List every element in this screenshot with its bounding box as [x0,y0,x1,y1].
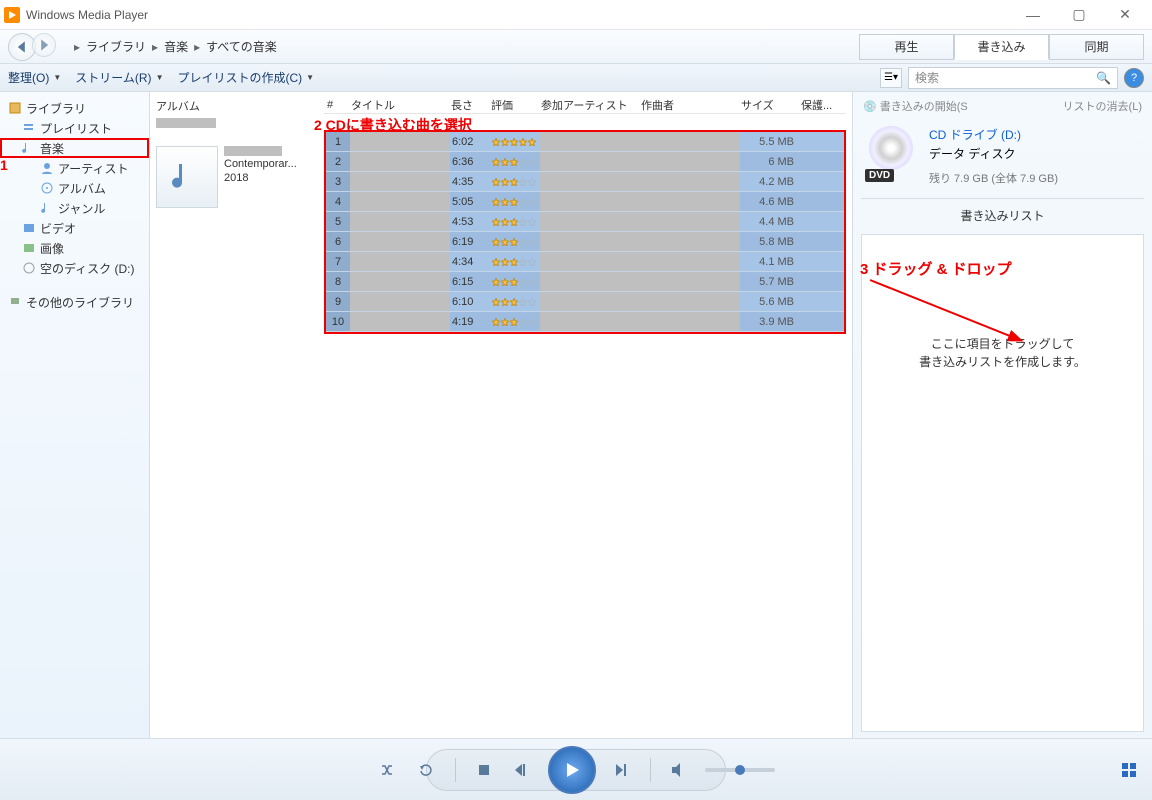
dvd-icon: DVD [863,126,919,182]
burn-panel: 💿 書き込みの開始(S リストの消去(L) DVD CD ドライブ (D:) デ… [852,92,1152,738]
sidebar-item-library[interactable]: ライブラリ [0,98,149,118]
prev-button[interactable] [510,758,534,782]
search-icon: 🔍 [1096,71,1111,85]
col-protected[interactable]: 保護... [798,97,834,113]
bc-library[interactable]: ライブラリ [86,38,146,55]
create-playlist-menu[interactable]: プレイリストの作成(C)▼ [177,69,314,86]
album-name-redacted [156,118,216,128]
track-list: # タイトル 長さ 評価 参加アーティスト 作曲者 サイズ 保護... 1 6:… [324,96,846,734]
drive-label-link[interactable]: CD ドライブ (D:) [929,126,1058,143]
tab-burn[interactable]: 書き込み [954,34,1049,60]
bc-allmusic[interactable]: すべての音楽 [206,38,277,55]
forward-button[interactable] [32,33,56,57]
sidebar-item-artist[interactable]: アーティスト [0,158,149,178]
col-length[interactable]: 長さ [448,97,488,113]
picture-icon [22,241,36,255]
track-row[interactable]: 9 6:10 5.6 MB [326,292,844,312]
title-bar: Windows Media Player — ▢ ✕ [0,0,1152,30]
col-rating[interactable]: 評価 [488,97,538,113]
clear-list-button[interactable]: リストの消去(L) [1063,98,1142,114]
sidebar-item-picture[interactable]: 画像 [0,238,149,258]
disc-icon [40,181,54,195]
stop-button[interactable] [472,758,496,782]
burn-dropzone[interactable]: ここに項目をドラッグして 書き込みリストを作成します。 [861,234,1144,732]
track-row[interactable]: 6 6:19 5.8 MB [326,232,844,252]
next-button[interactable] [610,758,634,782]
help-button[interactable]: ? [1124,68,1144,88]
video-icon [22,221,36,235]
app-icon [4,7,20,23]
playlist-icon [22,121,36,135]
col-composer[interactable]: 作曲者 [638,97,738,113]
network-icon [8,295,22,309]
organize-menu[interactable]: 整理(O)▼ [8,69,61,86]
play-button[interactable] [548,746,596,794]
col-artist[interactable]: 参加アーティスト [538,97,638,113]
shuffle-button[interactable] [377,758,401,782]
disc-icon [22,261,36,275]
library-icon [8,101,22,115]
tab-play[interactable]: 再生 [859,34,954,60]
sidebar-item-playlist[interactable]: プレイリスト [0,118,149,138]
sidebar-item-genre[interactable]: ジャンル [0,198,149,218]
col-title[interactable]: タイトル [348,97,448,113]
music-icon [22,141,36,155]
album-cover[interactable] [156,146,218,208]
start-burn-button[interactable]: 💿 書き込みの開始(S [863,98,968,114]
minimize-button[interactable]: — [1010,0,1056,30]
track-row[interactable]: 8 6:15 5.7 MB [326,272,844,292]
volume-slider[interactable] [705,768,775,772]
album-year: 2018 [224,172,297,184]
track-row[interactable]: 2 6:36 6 MB [326,152,844,172]
close-button[interactable]: ✕ [1102,0,1148,30]
tab-sync[interactable]: 同期 [1049,34,1144,60]
switch-view-button[interactable] [1122,763,1138,777]
maximize-button[interactable]: ▢ [1056,0,1102,30]
view-button[interactable]: ☰▾ [880,68,902,88]
track-row[interactable]: 4 5:05 4.6 MB [326,192,844,212]
disc-type: データ ディスク [929,145,1058,162]
album-column: アルバム Contemporar... 2018 [156,96,316,734]
track-row[interactable]: 10 4:19 3.9 MB [326,312,844,332]
track-table[interactable]: 1 6:02 5.5 MB 2 6:36 6 MB 3 4:35 [324,130,846,334]
track-row[interactable]: 1 6:02 5.5 MB [326,132,844,152]
app-title: Windows Media Player [26,8,148,22]
col-album: アルバム [156,96,316,118]
bc-music[interactable]: 音楽 [164,38,188,55]
track-row[interactable]: 3 4:35 4.2 MB [326,172,844,192]
sidebar-item-video[interactable]: ビデオ [0,218,149,238]
nav-bar: ▸ ライブラリ ▸ 音楽 ▸ すべての音楽 再生 書き込み 同期 [0,30,1152,64]
track-row[interactable]: 5 4:53 4.4 MB [326,212,844,232]
track-row[interactable]: 7 4:34 4.1 MB [326,252,844,272]
sidebar-item-album[interactable]: アルバム [0,178,149,198]
sidebar-item-music[interactable]: 音楽 [0,138,149,158]
sidebar-item-empty-disc[interactable]: 空のディスク (D:) [0,258,149,278]
sidebar-item-other-library[interactable]: その他のライブラリ [0,292,149,312]
person-icon [40,161,54,175]
album-genre: Contemporar... [224,158,297,170]
playback-bar [0,738,1152,800]
col-num[interactable]: # [324,99,348,111]
disc-space: 残り 7.9 GB (全体 7.9 GB) [929,170,1058,186]
album-artist-redacted [224,146,282,156]
sidebar: ライブラリ プレイリスト 音楽 アーティスト アルバム ジャンル ビデオ 画像 … [0,92,150,738]
stream-menu[interactable]: ストリーム(R)▼ [75,69,163,86]
toolbar: 整理(O)▼ ストリーム(R)▼ プレイリストの作成(C)▼ ☰▾ 検索 🔍 ? [0,64,1152,92]
col-size[interactable]: サイズ [738,97,798,113]
breadcrumb[interactable]: ▸ ライブラリ ▸ 音楽 ▸ すべての音楽 [68,38,277,55]
burnlist-heading: 書き込みリスト [861,199,1144,228]
search-input[interactable]: 検索 🔍 [908,67,1118,89]
mute-button[interactable] [667,758,691,782]
note-icon [40,201,54,215]
repeat-button[interactable] [415,758,439,782]
